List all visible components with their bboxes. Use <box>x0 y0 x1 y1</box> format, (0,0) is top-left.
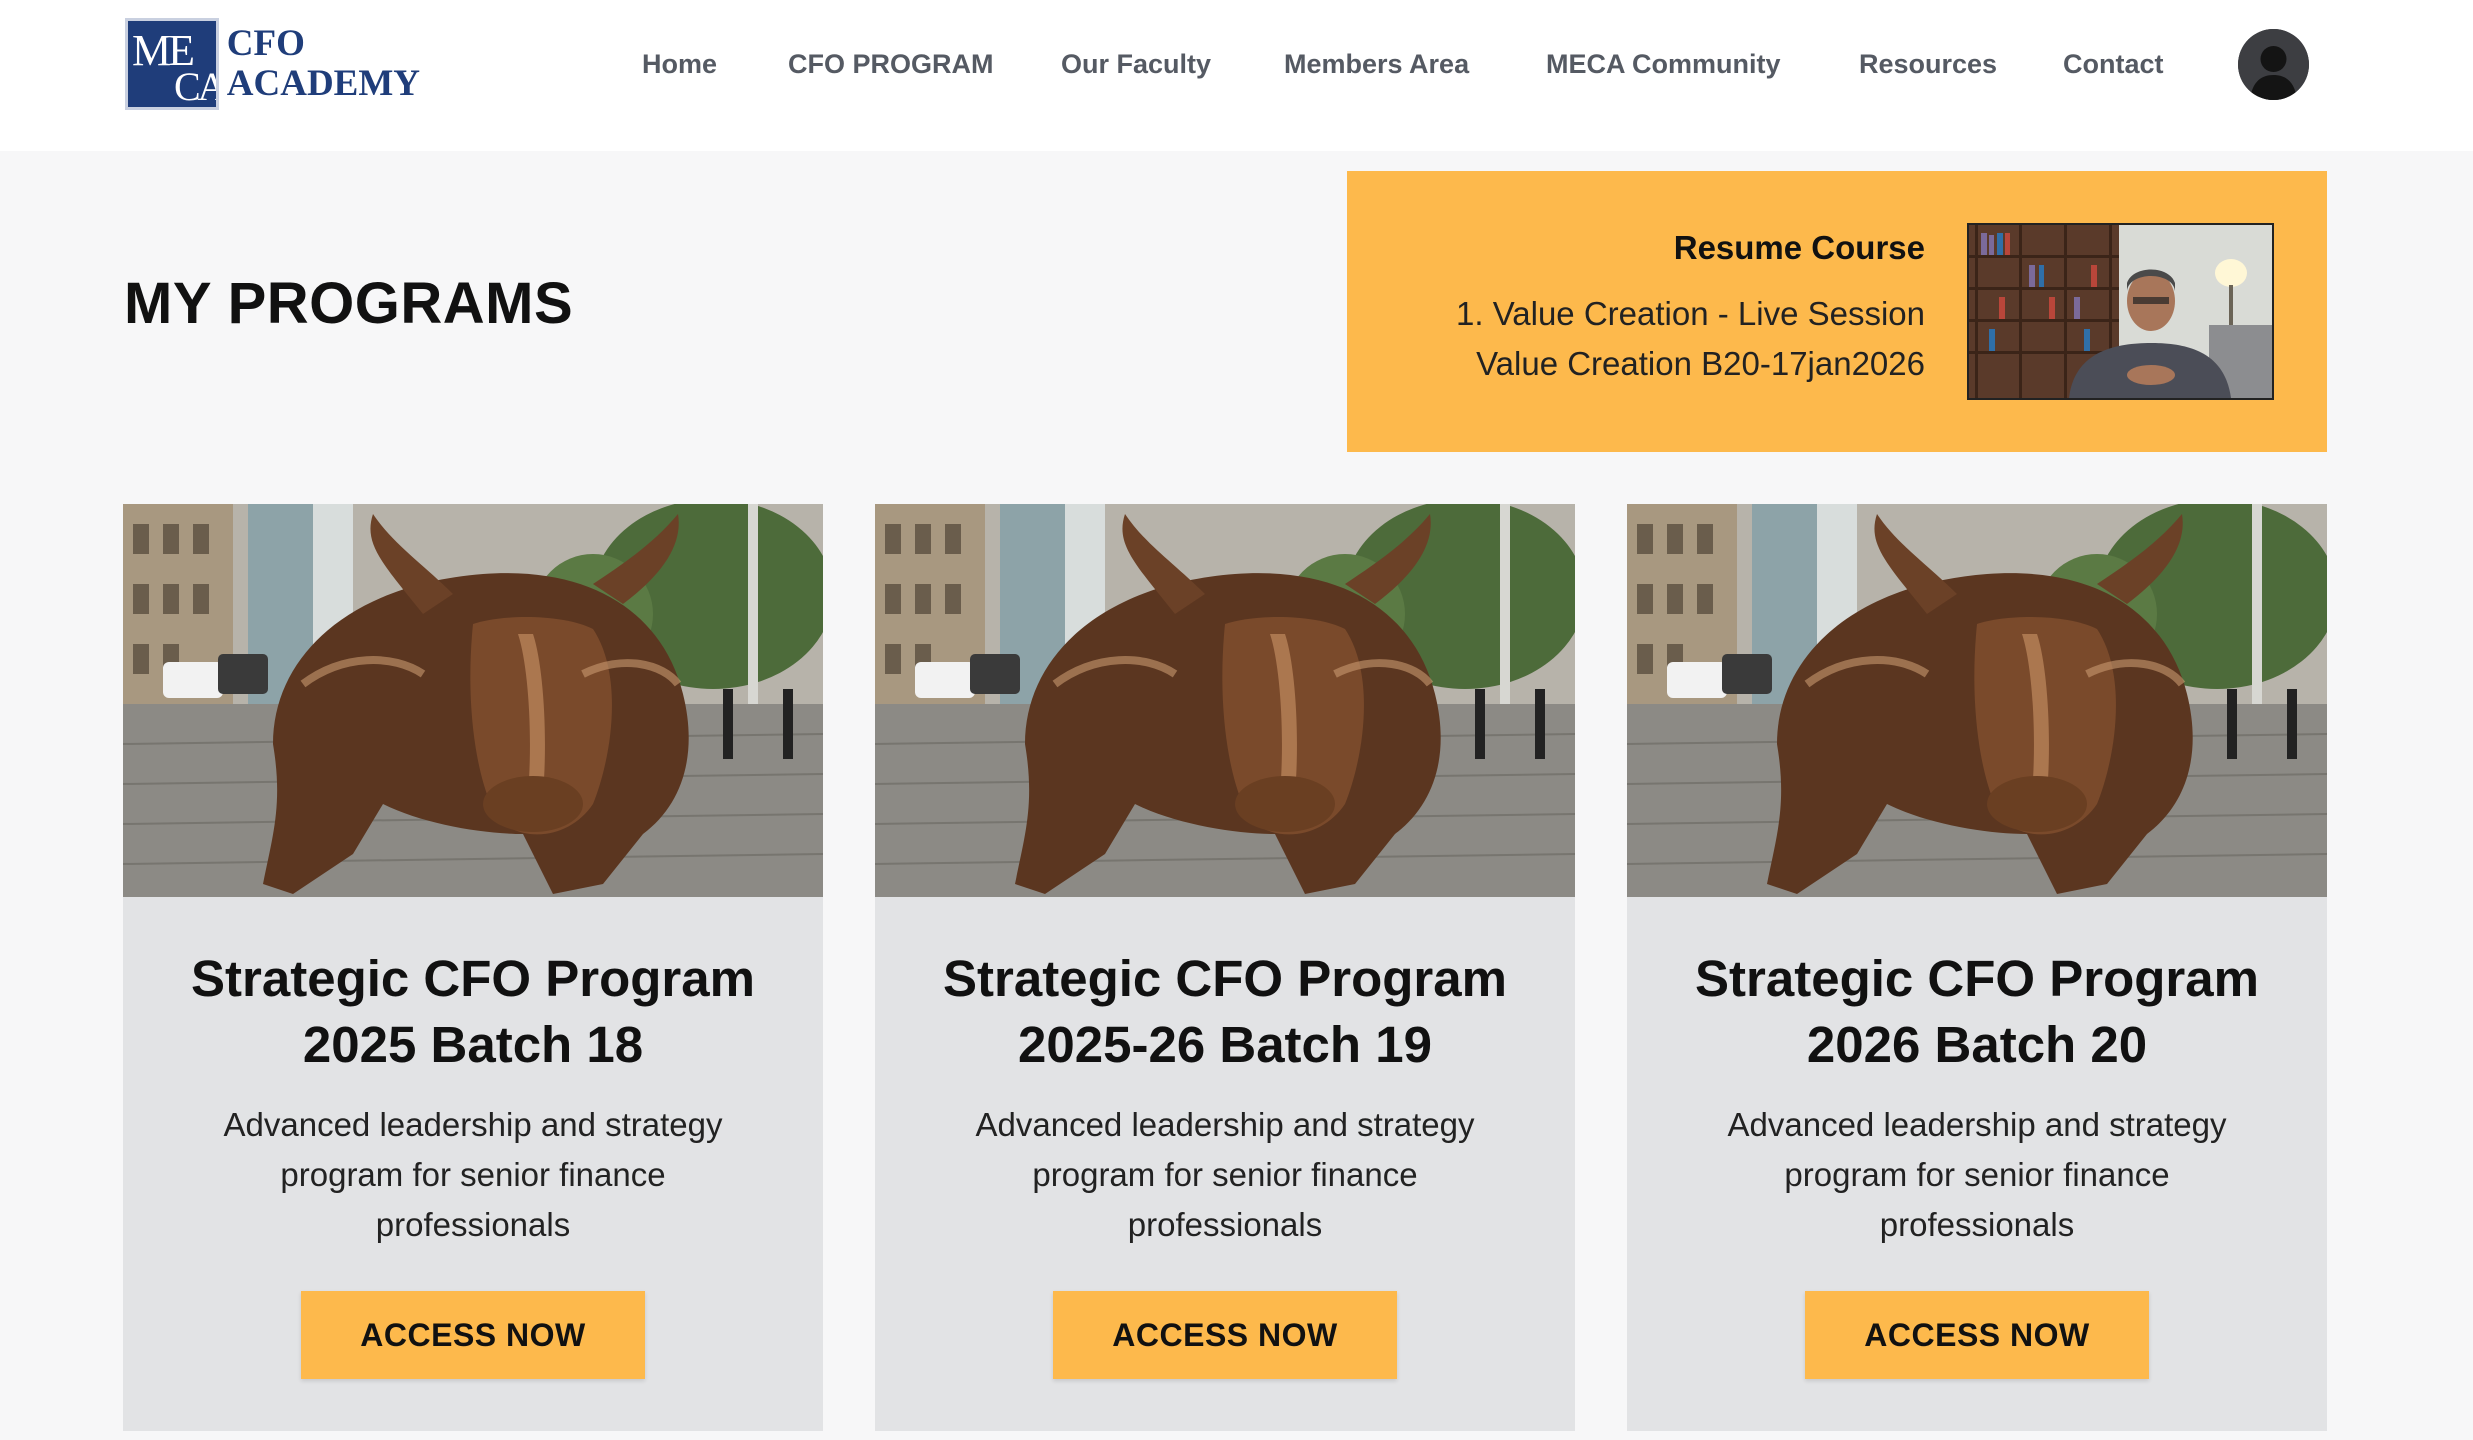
page-title: MY PROGRAMS <box>124 271 574 336</box>
program-description: Advanced leadership and strategy program… <box>223 1106 723 1243</box>
program-card: Strategic CFO Program 2025-26 Batch 19 A… <box>875 504 1575 1431</box>
program-card: Strategic CFO Program 2026 Batch 20 Adva… <box>1627 504 2327 1431</box>
program-card: Strategic CFO Program 2025 Batch 18 Adva… <box>123 504 823 1431</box>
wall-street-bull-image <box>123 504 823 897</box>
program-title-line-1: Strategic CFO Program <box>943 950 1507 1007</box>
nav-cfo-program[interactable]: CFO PROGRAM <box>788 44 994 84</box>
program-title: Strategic CFO Program 2026 Batch 20 <box>1647 946 2307 1078</box>
wall-street-bull-image <box>875 504 1575 897</box>
resume-course-text: Resume Course 1. Value Creation - Live S… <box>1456 229 1925 389</box>
nav-members-area[interactable]: Members Area <box>1284 44 1469 84</box>
program-description: Advanced leadership and strategy program… <box>1727 1106 2227 1243</box>
program-title: Strategic CFO Program 2025-26 Batch 19 <box>895 946 1555 1078</box>
program-title-line-2: 2026 Batch 20 <box>1806 1016 2148 1073</box>
logo-line-2: ACADEMY <box>226 63 420 104</box>
nav-our-faculty[interactable]: Our Faculty <box>1061 44 1211 84</box>
program-title-line-1: Strategic CFO Program <box>191 950 755 1007</box>
wall-street-bull-image <box>1627 504 2327 897</box>
resume-lesson-title: 1. Value Creation - Live Session <box>1456 295 1925 332</box>
lesson-video-thumbnail[interactable] <box>1967 223 2274 400</box>
program-title: Strategic CFO Program 2025 Batch 18 <box>143 946 803 1078</box>
nav-resources[interactable]: Resources <box>1859 44 1997 84</box>
logo-line-1: CFO <box>226 23 305 64</box>
resume-course-label: Resume Course <box>1673 229 1925 266</box>
nav-meca-community[interactable]: MECA Community <box>1546 44 1781 84</box>
program-title-line-1: Strategic CFO Program <box>1695 950 2259 1007</box>
access-now-button[interactable]: ACCESS NOW <box>1805 1291 2149 1379</box>
user-avatar-icon[interactable] <box>2238 29 2309 100</box>
resume-session-name: Value Creation B20-17jan2026 <box>1476 345 1925 382</box>
nav-home[interactable]: Home <box>642 44 717 84</box>
site-header: ME CA CFO ACADEMY Home CFO PROGRAM Our Fa… <box>0 0 2473 151</box>
access-now-button[interactable]: ACCESS NOW <box>1053 1291 1397 1379</box>
logo[interactable]: ME CA CFO ACADEMY <box>125 18 420 110</box>
program-title-line-2: 2025-26 Batch 19 <box>1018 1016 1432 1073</box>
resume-course-card[interactable]: Resume Course 1. Value Creation - Live S… <box>1347 171 2327 452</box>
program-title-line-2: 2025 Batch 18 <box>302 1016 644 1073</box>
logo-text: CFO ACADEMY <box>227 24 420 104</box>
meca-logo-mark: ME CA <box>125 18 219 110</box>
access-now-button[interactable]: ACCESS NOW <box>301 1291 645 1379</box>
nav-contact[interactable]: Contact <box>2063 44 2164 84</box>
program-description: Advanced leadership and strategy program… <box>975 1106 1475 1243</box>
